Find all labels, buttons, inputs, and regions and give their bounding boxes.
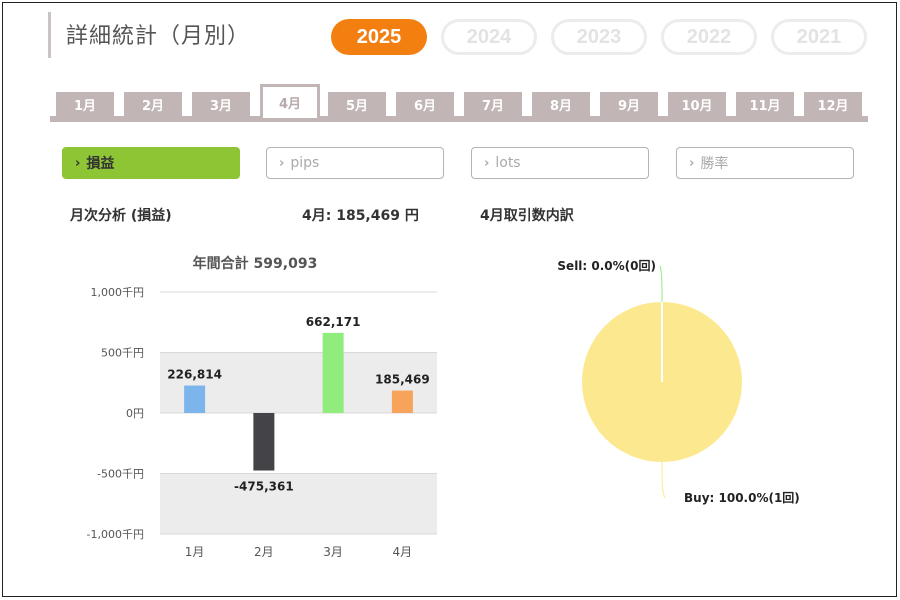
y-tick-label: 0円 [126, 407, 144, 420]
tab-month-11[interactable]: 11月 [736, 92, 794, 116]
sell-connector [659, 265, 663, 303]
tab-month-1[interactable]: 1月 [56, 92, 114, 116]
section-title: 月次分析 (損益) [70, 208, 172, 224]
year-button-2021[interactable]: 2021 [771, 19, 867, 55]
metric-label: 損益 [86, 156, 115, 172]
title-accent-bar [48, 12, 56, 58]
tab-month-7[interactable]: 7月 [464, 92, 522, 116]
grid-band [160, 473, 437, 534]
data-label: 226,814 [167, 368, 222, 382]
x-tick-label: 3月 [323, 545, 343, 559]
buy-label: Buy: 100.0%(1回) [684, 491, 800, 505]
tab-month-12[interactable]: 12月 [804, 92, 862, 116]
bar-2月 [253, 413, 275, 471]
page-title: 詳細統計（月別） [66, 24, 251, 49]
year-button-2022[interactable]: 2022 [661, 19, 757, 55]
metric-button-1[interactable]: › pips [266, 147, 444, 179]
sell-label: Sell: 0.0%(0回) [557, 259, 656, 273]
chevron-right-icon: › [484, 155, 490, 171]
year-button-2023[interactable]: 2023 [551, 19, 647, 55]
y-tick-label: 1,000千円 [91, 286, 145, 299]
metric-button-2[interactable]: › lots [471, 147, 649, 179]
y-tick-label: -500千円 [97, 468, 144, 481]
trades-title: 4月取引数内訳 [480, 208, 574, 224]
x-tick-label: 1月 [185, 545, 205, 559]
chart-title: 年間合計 599,093 [193, 255, 318, 272]
tab-month-4[interactable]: 4月 [260, 84, 320, 118]
tab-month-10[interactable]: 10月 [668, 92, 726, 116]
tab-month-3[interactable]: 3月 [192, 92, 250, 116]
x-tick-label: 2月 [254, 545, 274, 559]
bar-1月 [184, 385, 206, 413]
year-button-2025[interactable]: 2025 [331, 19, 427, 55]
metric-button-3[interactable]: › 勝率 [676, 147, 854, 179]
tab-month-8[interactable]: 8月 [532, 92, 590, 116]
monthly-pl-bar-chart: 年間合計 599,093 1,000千円 500千円 0円 -500千円 -1,000千円… [87, 255, 437, 559]
year-button-2024[interactable]: 2024 [441, 19, 537, 55]
chevron-right-icon: › [75, 155, 81, 171]
data-label: 662,171 [306, 315, 361, 329]
tab-month-5[interactable]: 5月 [328, 92, 386, 116]
chevron-right-icon: › [279, 155, 285, 171]
tab-month-2[interactable]: 2月 [124, 92, 182, 116]
tab-month-6[interactable]: 6月 [396, 92, 454, 116]
metric-label: pips [290, 155, 320, 171]
bar-3月 [322, 332, 344, 413]
buy-connector [661, 461, 666, 499]
tab-month-9[interactable]: 9月 [600, 92, 658, 116]
metric-button-0[interactable]: › 損益 [62, 147, 240, 179]
metric-label: lots [495, 155, 521, 171]
trade-breakdown-pie-chart: Sell: 0.0%(0回) Buy: 100.0%(1回) [557, 259, 800, 505]
y-tick-label: -1,000千円 [87, 528, 144, 541]
chevron-right-icon: › [689, 155, 695, 171]
data-label: -475,361 [234, 480, 294, 494]
x-tick-label: 4月 [393, 545, 413, 559]
bar-4月 [391, 390, 413, 413]
month-total: 4月: 185,469 円 [302, 208, 419, 224]
data-label: 185,469 [375, 373, 430, 387]
y-tick-label: 500千円 [101, 347, 144, 360]
metric-label: 勝率 [700, 156, 729, 172]
month-tabs: 1月 2月 3月 4月 5月 6月 7月 8月 9月 10月 11月 12月 [50, 84, 868, 122]
